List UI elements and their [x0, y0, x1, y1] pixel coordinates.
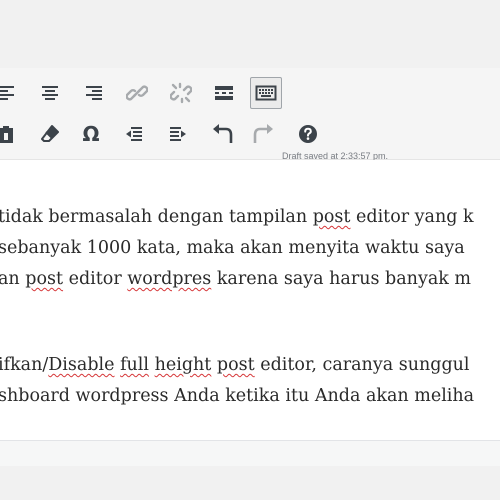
text-segment: tidak bermasalah dengan tampilan: [0, 207, 313, 227]
paste-as-text-button[interactable]: [0, 118, 22, 150]
text-segment: karena saya harus banyak m: [211, 269, 472, 289]
special-character-icon: Ω: [82, 122, 100, 146]
keyboard-shortcuts-icon: [299, 125, 317, 143]
clear-formatting-icon: [41, 125, 59, 142]
text-segment: ifkan/: [0, 355, 49, 375]
align-center-icon: [42, 86, 58, 100]
undo-icon: [213, 124, 233, 143]
undo-button[interactable]: [206, 118, 238, 150]
text-segment: an: [0, 269, 26, 289]
align-left-button[interactable]: [0, 77, 22, 109]
decrease-indent-button[interactable]: [118, 118, 150, 150]
editor-toolbar: Ω: [0, 68, 500, 160]
text-segment: editor, caranya sunggul: [254, 355, 470, 375]
misspelled-word: full: [120, 355, 150, 375]
insert-link-icon: [126, 85, 148, 101]
content-line: ifkan/Disable full height post editor, c…: [0, 354, 470, 376]
post-content-area[interactable]: tidak bermasalah dengan tampilan post ed…: [0, 160, 500, 440]
align-left-icon: [0, 86, 14, 100]
misspelled-word: Disable: [48, 355, 115, 375]
text-segment: editor yang k: [350, 207, 474, 227]
redo-icon: [253, 124, 273, 143]
content-line: tidak bermasalah dengan tampilan post ed…: [0, 206, 474, 228]
toolbar-toggle-icon: [255, 85, 277, 101]
content-line: an post editor wordpres karena saya haru…: [0, 268, 471, 290]
text-segment: sebanyak 1000 kata, maka akan menyita wa…: [0, 238, 465, 258]
read-more-icon: [215, 86, 233, 100]
toolbar-toggle-button[interactable]: [250, 77, 282, 109]
align-right-icon: [86, 86, 102, 100]
align-center-button[interactable]: [34, 77, 66, 109]
increase-indent-button[interactable]: [162, 118, 194, 150]
misspelled-word: post: [25, 269, 64, 289]
toolbar-row-1: [0, 77, 500, 109]
remove-link-button[interactable]: [165, 77, 197, 109]
toolbar-row-2: Ω: [0, 118, 500, 150]
redo-button[interactable]: [248, 118, 280, 150]
keyboard-shortcuts-button[interactable]: [292, 118, 324, 150]
misspelled-word: height: [154, 355, 212, 375]
text-segment: shboard wordpress Anda ketika itu Anda a…: [0, 386, 475, 406]
paste-as-text-icon: [0, 126, 13, 143]
clear-formatting-button[interactable]: [34, 118, 66, 150]
misspelled-word: wordpres: [127, 269, 212, 289]
read-more-button[interactable]: [208, 77, 240, 109]
footer-area: [0, 466, 500, 500]
special-character-button[interactable]: Ω: [75, 118, 107, 150]
misspelled-word: post: [216, 355, 255, 375]
increase-indent-icon: [170, 127, 186, 141]
insert-link-button[interactable]: [121, 77, 153, 109]
remove-link-icon: [170, 82, 192, 104]
misspelled-word: post: [312, 207, 351, 227]
decrease-indent-icon: [126, 127, 142, 141]
align-right-button[interactable]: [78, 77, 110, 109]
content-line: shboard wordpress Anda ketika itu Anda a…: [0, 385, 474, 407]
editor-status-bar: [0, 440, 500, 466]
text-segment: editor: [63, 269, 128, 289]
content-line: sebanyak 1000 kata, maka akan menyita wa…: [0, 237, 465, 259]
top-area: [0, 0, 500, 68]
